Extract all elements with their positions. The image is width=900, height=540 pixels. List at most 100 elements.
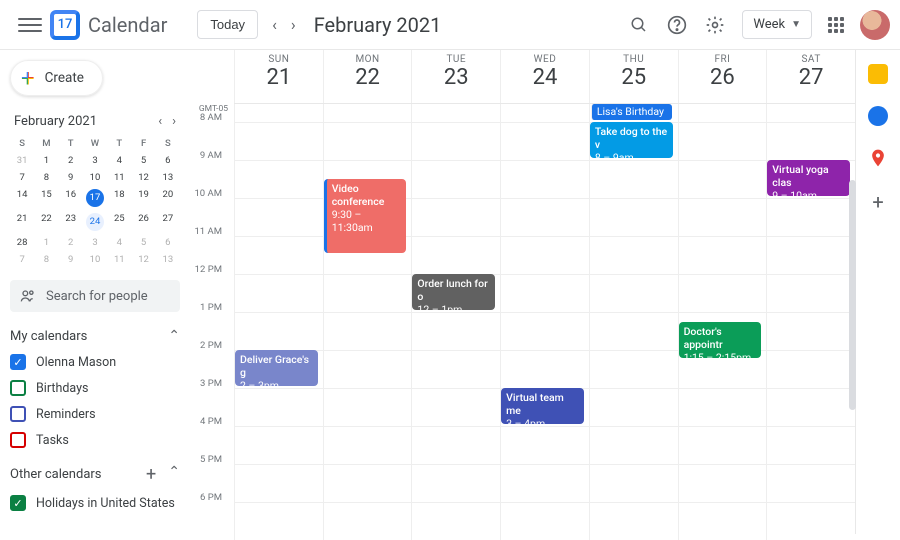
mini-day[interactable]: 7 — [10, 251, 34, 268]
mini-day[interactable]: 28 — [10, 234, 34, 251]
mini-prev-icon[interactable]: ‹ — [158, 114, 162, 129]
mini-day[interactable]: 1 — [34, 234, 58, 251]
keep-icon[interactable] — [868, 64, 888, 84]
mini-day[interactable]: 9 — [59, 251, 83, 268]
calendar-item[interactable]: Tasks — [10, 432, 180, 448]
search-icon[interactable] — [628, 14, 650, 36]
help-icon[interactable] — [666, 14, 688, 36]
mini-day[interactable]: 14 — [10, 186, 34, 210]
allday-event[interactable]: Lisa's Birthday — [591, 104, 672, 120]
day-header[interactable]: SAT27 — [766, 50, 855, 103]
calendar-logo[interactable]: 17 — [50, 10, 80, 40]
mini-day[interactable]: 25 — [107, 210, 131, 234]
mini-day[interactable]: 2 — [59, 152, 83, 169]
calendar-event[interactable]: Order lunch for o12 – 1pm — [412, 274, 495, 310]
mini-day[interactable]: 1 — [34, 152, 58, 169]
calendar-event[interactable]: Virtual yoga clas9 – 10am — [767, 160, 850, 196]
mini-day[interactable]: 5 — [131, 234, 155, 251]
mini-day[interactable]: 11 — [107, 169, 131, 186]
mini-day[interactable]: 16 — [59, 186, 83, 210]
tasks-icon[interactable] — [868, 106, 888, 126]
day-header[interactable]: THU25 — [589, 50, 678, 103]
day-header[interactable]: FRI26 — [678, 50, 767, 103]
mini-day[interactable]: 13 — [156, 169, 180, 186]
menu-icon[interactable] — [18, 13, 42, 37]
mini-day[interactable]: 2 — [59, 234, 83, 251]
calendar-event[interactable]: Take dog to the v8 – 9am — [590, 122, 673, 158]
scrollbar[interactable] — [849, 180, 856, 410]
calendar-event[interactable]: Doctor's appointr1:15 – 2:15pm — [679, 322, 762, 358]
chevron-down-icon: ▼ — [791, 19, 801, 30]
day-headers: SUN21MON22TUE23WED24THU25FRI26SAT27 — [234, 50, 855, 104]
checkbox[interactable] — [10, 380, 26, 396]
avatar[interactable] — [860, 10, 890, 40]
mini-day[interactable]: 20 — [156, 186, 180, 210]
mini-day[interactable]: 3 — [83, 234, 107, 251]
mini-day[interactable]: 22 — [34, 210, 58, 234]
add-addon-icon[interactable]: + — [872, 190, 883, 214]
mini-day[interactable]: 6 — [156, 152, 180, 169]
mini-day[interactable]: 15 — [34, 186, 58, 210]
mini-day[interactable]: 6 — [156, 234, 180, 251]
mini-day[interactable]: 8 — [34, 251, 58, 268]
next-week-icon[interactable]: › — [291, 15, 296, 34]
maps-icon[interactable] — [868, 148, 888, 168]
other-calendars-toggle[interactable]: Other calendars + ⌃ — [10, 464, 180, 485]
prev-week-icon[interactable]: ‹ — [272, 15, 277, 34]
calendar-item[interactable]: Birthdays — [10, 380, 180, 396]
checkbox[interactable] — [10, 406, 26, 422]
mini-day[interactable]: 31 — [10, 152, 34, 169]
mini-day[interactable]: 8 — [34, 169, 58, 186]
mini-day[interactable]: 13 — [156, 251, 180, 268]
mini-day[interactable]: 17 — [83, 186, 107, 210]
calendar-item[interactable]: Olenna Mason — [10, 354, 180, 370]
allday-row[interactable]: Lisa's Birthday — [234, 104, 855, 122]
mini-day[interactable]: 7 — [10, 169, 34, 186]
create-button[interactable]: + Create — [10, 60, 103, 96]
mini-day[interactable]: 26 — [131, 210, 155, 234]
checkbox[interactable] — [10, 354, 26, 370]
mini-day[interactable]: 12 — [131, 251, 155, 268]
day-header[interactable]: SUN21 — [234, 50, 323, 103]
calendar-event[interactable]: Deliver Grace's g2 – 3pm — [235, 350, 318, 386]
add-calendar-icon[interactable]: + — [146, 464, 156, 485]
day-header[interactable]: MON22 — [323, 50, 412, 103]
apps-icon[interactable] — [828, 17, 844, 33]
mini-day[interactable]: 3 — [83, 152, 107, 169]
calendar-event[interactable]: Video conference9:30 – 11:30am — [324, 179, 407, 253]
view-selector[interactable]: Week ▼ — [742, 10, 812, 39]
day-header[interactable]: TUE23 — [411, 50, 500, 103]
mini-day[interactable]: 11 — [107, 251, 131, 268]
mini-day[interactable]: 4 — [107, 152, 131, 169]
chevron-up-icon: ⌃ — [168, 464, 180, 485]
mini-month-title: February 2021 — [14, 114, 97, 129]
mini-day[interactable]: 24 — [83, 210, 107, 234]
calendar-item[interactable]: Reminders — [10, 406, 180, 422]
mini-day[interactable]: 10 — [83, 251, 107, 268]
calendar-label: Tasks — [36, 433, 69, 448]
time-grid[interactable]: Take dog to the v8 – 9am Virtual yoga cla… — [234, 122, 855, 540]
search-people-input[interactable]: Search for people — [10, 280, 180, 312]
my-calendars-toggle[interactable]: My calendars ⌃ — [10, 328, 180, 344]
mini-day[interactable]: 23 — [59, 210, 83, 234]
mini-calendar[interactable]: SMTWTFS311234567891011121314151617181920… — [10, 135, 180, 268]
calendar-item[interactable]: Holidays in United States — [10, 495, 180, 511]
week-view: GMT-05 8 AM9 AM10 AM11 AM12 PM1 PM2 PM3 … — [190, 50, 856, 534]
gear-icon[interactable] — [704, 14, 726, 36]
calendar-event[interactable]: Virtual team me3 – 4pm — [501, 388, 584, 424]
mini-day[interactable]: 12 — [131, 169, 155, 186]
checkbox[interactable] — [10, 432, 26, 448]
mini-day[interactable]: 5 — [131, 152, 155, 169]
mini-day[interactable]: 9 — [59, 169, 83, 186]
day-header[interactable]: WED24 — [500, 50, 589, 103]
mini-day[interactable]: 21 — [10, 210, 34, 234]
today-button[interactable]: Today — [197, 10, 258, 39]
mini-day[interactable]: 18 — [107, 186, 131, 210]
view-selector-label: Week — [753, 17, 785, 32]
mini-day[interactable]: 27 — [156, 210, 180, 234]
mini-day[interactable]: 4 — [107, 234, 131, 251]
mini-day[interactable]: 19 — [131, 186, 155, 210]
mini-day[interactable]: 10 — [83, 169, 107, 186]
checkbox[interactable] — [10, 495, 26, 511]
mini-next-icon[interactable]: › — [172, 114, 176, 129]
